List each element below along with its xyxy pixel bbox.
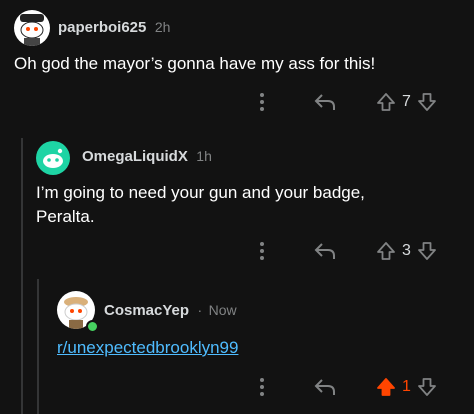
vote-count: 1 <box>402 378 411 395</box>
upvote-icon[interactable] <box>374 92 398 112</box>
comment-header: paperboi625 2h <box>58 19 170 37</box>
reply-icon[interactable] <box>310 93 340 111</box>
comment-text: Oh god the mayor’s gonna have my ass for… <box>14 54 376 73</box>
more-options-icon[interactable] <box>248 377 276 397</box>
vote-count: 3 <box>402 242 411 259</box>
avatar[interactable] <box>36 141 70 175</box>
reply-icon[interactable] <box>310 378 340 396</box>
online-status-dot <box>86 320 99 333</box>
thread-line-nested[interactable] <box>37 279 39 414</box>
more-options-icon[interactable] <box>248 92 276 112</box>
comment-text-line: I’m going to need your gun and your badg… <box>36 183 365 202</box>
more-options-icon[interactable] <box>248 241 276 261</box>
downvote-icon[interactable] <box>415 377 439 397</box>
timestamp: Now <box>208 302 237 318</box>
comment-text: r/unexpectedbrooklyn99 <box>57 338 238 358</box>
username[interactable]: OmegaLiquidX <box>82 148 188 165</box>
vote-count: 7 <box>402 93 411 110</box>
snoo-avatar-icon <box>20 14 44 46</box>
comment-actions: 1 <box>248 373 439 401</box>
comment-header: OmegaLiquidX 1h <box>82 148 212 166</box>
downvote-icon[interactable] <box>415 92 439 112</box>
subreddit-link[interactable]: r/unexpectedbrooklyn99 <box>57 338 238 357</box>
username[interactable]: CosmacYep <box>104 302 189 319</box>
timestamp: 2h <box>154 19 171 35</box>
reply-icon[interactable] <box>310 242 340 260</box>
comment-actions: 7 <box>248 88 439 116</box>
comment-actions: 3 <box>248 237 439 265</box>
avatar[interactable] <box>14 10 50 46</box>
upvote-icon[interactable] <box>374 241 398 261</box>
thread-line[interactable] <box>21 138 23 414</box>
comment-header: CosmacYep · Now <box>104 302 237 320</box>
separator: · <box>197 302 203 318</box>
comment-text: I’m going to need your gun and your badg… <box>36 181 365 229</box>
upvote-icon[interactable] <box>374 377 398 397</box>
downvote-icon[interactable] <box>415 241 439 261</box>
comment-text-line: Peralta. <box>36 207 95 226</box>
snoo-avatar-icon <box>43 148 63 168</box>
timestamp: 1h <box>196 148 212 164</box>
username[interactable]: paperboi625 <box>58 19 146 36</box>
